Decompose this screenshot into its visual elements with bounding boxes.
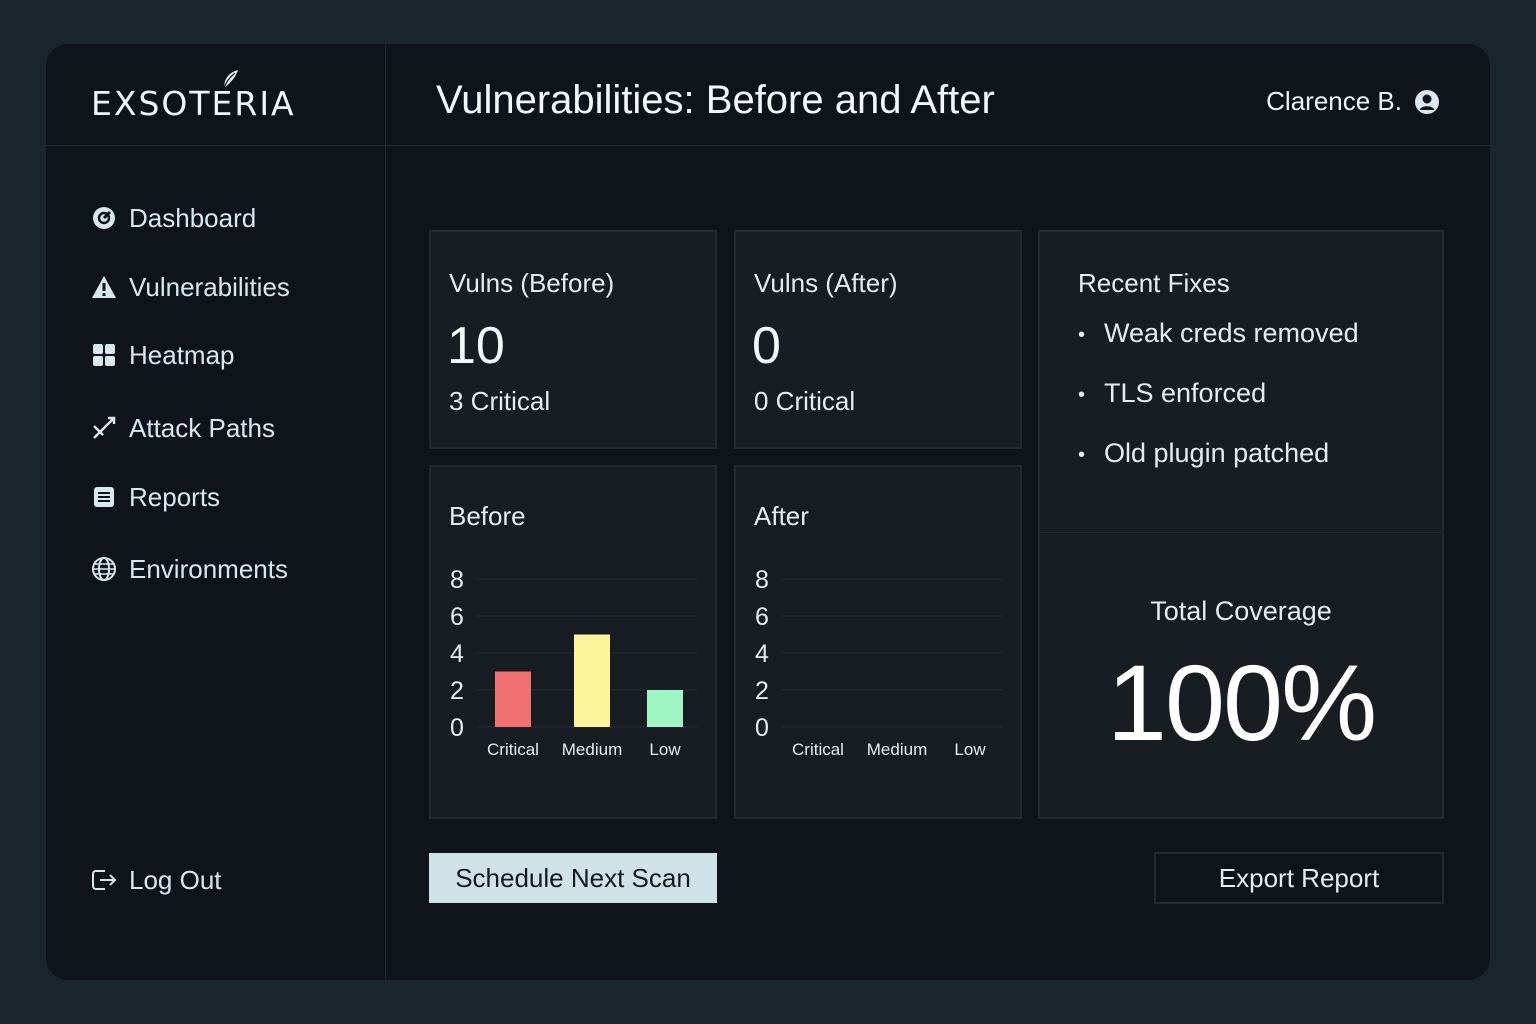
logout-label: Log Out — [129, 864, 222, 895]
sidebar-item-label: Vulnerabilities — [129, 271, 290, 302]
globe-icon — [91, 556, 117, 582]
list-item: Weak creds removed — [1078, 318, 1359, 378]
warning-icon — [91, 274, 117, 300]
sidebar-item-vulnerabilities[interactable]: Vulnerabilities — [91, 267, 290, 307]
logout-button[interactable]: Log Out — [91, 860, 222, 900]
grid-icon — [91, 342, 117, 368]
logout-icon — [91, 867, 117, 893]
y-tick-label: 4 — [755, 640, 769, 668]
vulns-before-title: Vulns (Before) — [449, 268, 615, 298]
x-tick-label: Low — [954, 740, 986, 759]
y-tick-label: 6 — [450, 603, 464, 631]
recent-fixes-list: Weak creds removed TLS enforced Old plug… — [1078, 318, 1359, 498]
logo-text: EXSOTERIA — [91, 84, 296, 123]
list-item: TLS enforced — [1078, 378, 1359, 438]
avatar-icon — [1414, 89, 1440, 115]
sidebar-item-label: Heatmap — [129, 339, 235, 370]
sidebar-item-reports[interactable]: Reports — [91, 477, 220, 517]
sidebar-item-label: Attack Paths — [129, 412, 275, 443]
x-tick-label: Low — [649, 740, 681, 759]
coverage-value: 100% — [1106, 642, 1377, 763]
vulns-before-card: Vulns (Before) 10 3 Critical — [429, 230, 717, 449]
header: Vulnerabilities: Before and After Claren… — [386, 44, 1490, 146]
sidebar-item-label: Reports — [129, 481, 221, 512]
x-tick-label: Medium — [867, 740, 927, 759]
before-chart-card: Before 0 2 4 6 8 Critical Medium Low — [429, 465, 717, 819]
coverage-label: Total Coverage — [1150, 596, 1332, 626]
x-tick-label: Medium — [562, 740, 622, 759]
sidebar-item-environments[interactable]: Environments — [91, 549, 288, 589]
sidebar: EXSOTERIA Dashboard Vulnerabilities Heat… — [46, 44, 386, 980]
page-title: Vulnerabilities: Before and After — [436, 78, 995, 122]
sidebar-item-dashboard[interactable]: Dashboard — [91, 198, 256, 238]
y-tick-label: 0 — [450, 714, 464, 742]
app-window: EXSOTERIA Dashboard Vulnerabilities Heat… — [46, 44, 1490, 980]
sidebar-item-label: Dashboard — [129, 202, 257, 233]
vulns-after-count: 0 — [752, 317, 781, 375]
x-tick-label: Critical — [792, 740, 844, 759]
schedule-scan-button[interactable]: Schedule Next Scan — [429, 853, 717, 903]
vulns-after-card: Vulns (After) 0 0 Critical — [734, 230, 1022, 449]
vulns-after-critical: 0 Critical — [754, 386, 856, 416]
sidebar-item-label: Environments — [129, 553, 288, 584]
y-tick-label: 8 — [755, 566, 769, 594]
y-tick-label: 6 — [755, 603, 769, 631]
fixes-coverage-card: Recent Fixes Weak creds removed TLS enfo… — [1038, 230, 1444, 819]
card-divider — [1040, 532, 1442, 533]
y-tick-label: 4 — [450, 640, 464, 668]
before-chart: 0 2 4 6 8 Critical Medium Low — [450, 566, 697, 759]
export-report-button[interactable]: Export Report — [1154, 852, 1444, 904]
bar-low — [647, 690, 683, 727]
y-tick-label: 0 — [755, 714, 769, 742]
reports-icon — [91, 484, 117, 510]
logo-area: EXSOTERIA — [46, 44, 386, 146]
bar-medium — [574, 634, 610, 727]
vulns-before-count: 10 — [447, 317, 505, 375]
sidebar-item-heatmap[interactable]: Heatmap — [91, 335, 235, 375]
sidebar-item-attack-paths[interactable]: Attack Paths — [91, 408, 275, 448]
user-menu[interactable]: Clarence B. — [1266, 86, 1440, 117]
y-tick-label: 8 — [450, 566, 464, 594]
user-name: Clarence B. — [1266, 86, 1402, 116]
x-tick-label: Critical — [487, 740, 539, 759]
vulns-before-critical: 3 Critical — [449, 386, 551, 416]
vulns-after-title: Vulns (After) — [754, 268, 898, 298]
leaf-icon — [223, 70, 238, 89]
list-item: Old plugin patched — [1078, 438, 1359, 498]
y-tick-label: 2 — [755, 677, 769, 705]
y-tick-label: 2 — [450, 677, 464, 705]
after-chart-card: After 0 2 4 6 8 Critical Medium Low — [734, 465, 1022, 819]
bar-critical — [495, 671, 531, 727]
after-chart: 0 2 4 6 8 Critical Medium Low — [755, 566, 1002, 759]
dashboard-icon — [91, 205, 117, 231]
attack-path-icon — [91, 415, 117, 441]
recent-fixes-title: Recent Fixes — [1078, 268, 1230, 298]
